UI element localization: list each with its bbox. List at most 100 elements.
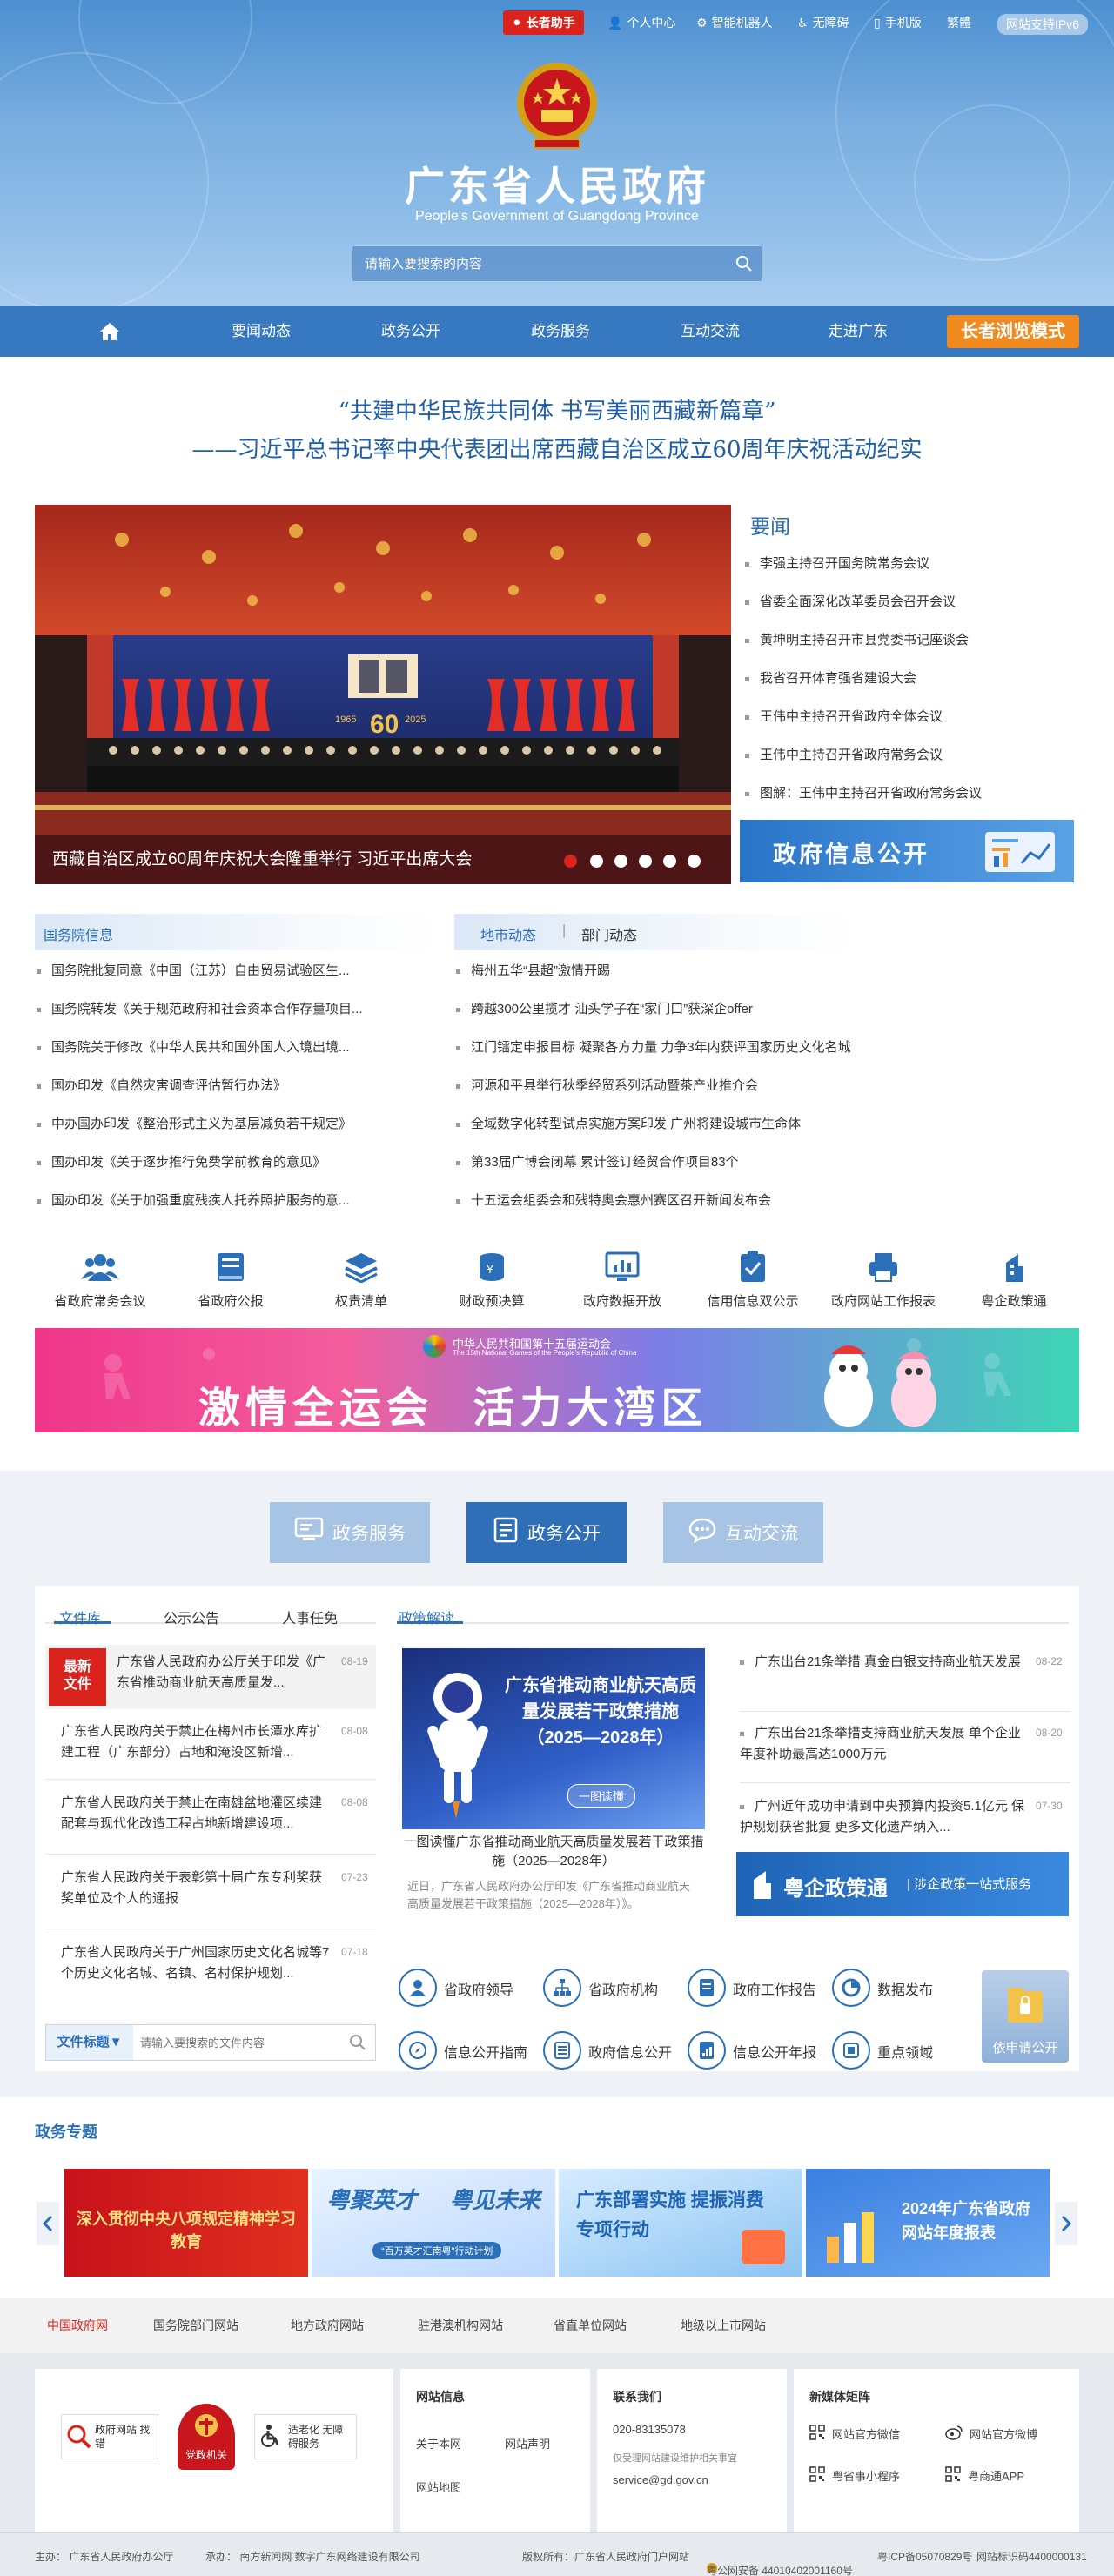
- media-wechat[interactable]: 网站官方微信: [809, 2425, 900, 2443]
- leader-icon[interactable]: [399, 1969, 437, 2007]
- file-item[interactable]: 广东省人民政府办公厅关于印发《广东省推动商业航天高质量发...: [117, 1652, 334, 1694]
- tab-appointments[interactable]: 人事任免: [282, 1607, 338, 1627]
- service-credit-info[interactable]: 信用信息双公示: [688, 1250, 818, 1310]
- file-item[interactable]: 广东省人民政府关于禁止在梅州市长潭水库扩建工程（广东部分）占地和淹没区新增...: [61, 1721, 331, 1763]
- nav-gov-service[interactable]: 政务服务: [508, 306, 613, 357]
- media-mini-program[interactable]: 粤省事小程序: [809, 2466, 900, 2485]
- quick-link-annual-report[interactable]: 信息公开年报: [733, 2041, 816, 2062]
- policy-poster[interactable]: 广东省推动商业航天高质量发展若干政策措施（2025—2028年） 一图读懂: [402, 1648, 705, 1829]
- headline-line2[interactable]: ——习近平总书记率中央代表团出席西藏自治区成立60周年庆祝活动纪实: [0, 432, 1114, 464]
- headline-line1[interactable]: “共建中华民族共同体 书写美丽西藏新篇章”: [0, 393, 1114, 426]
- topic-banner-talent[interactable]: 粤聚英才 粤见未来 “百万英才汇南粤”行动计划: [312, 2169, 555, 2277]
- service-enterprise-policy[interactable]: 粤企政策通: [949, 1250, 1079, 1310]
- carousel-dot-4[interactable]: [639, 855, 652, 868]
- link-local-governments[interactable]: 地方政府网站: [291, 2317, 364, 2334]
- service-executive-meeting[interactable]: 省政府常务会议: [35, 1250, 165, 1310]
- media-app[interactable]: 粤商通APP: [945, 2466, 1024, 2485]
- carousel-dot-2[interactable]: [590, 855, 603, 868]
- quick-link-data-release[interactable]: 数据发布: [877, 1978, 933, 1999]
- quick-link-guide[interactable]: 信息公开指南: [444, 2041, 527, 2062]
- search-icon[interactable]: [349, 2034, 366, 2054]
- nav-gov-open[interactable]: 政务公开: [359, 306, 463, 357]
- quick-link-leaders[interactable]: 省政府领导: [444, 1978, 513, 1999]
- state-council-item[interactable]: 国务院关于修改《中华人民共和国外国人入境出境...: [37, 1037, 385, 1056]
- elder-mode-button[interactable]: 长者浏览模式: [947, 315, 1079, 348]
- carousel-dot-5[interactable]: [663, 855, 676, 868]
- tab-policy-interpretation[interactable]: 政策解读: [399, 1607, 454, 1627]
- quick-link-work-report[interactable]: 政府工作报告: [733, 1978, 816, 1999]
- tab-file-library[interactable]: 文件库: [59, 1607, 101, 1627]
- nav-interaction[interactable]: 互动交流: [658, 306, 762, 357]
- home-icon[interactable]: [84, 306, 136, 357]
- file-search-input[interactable]: [140, 2030, 332, 2055]
- gov-info-open-banner[interactable]: 政府信息公开: [740, 820, 1074, 882]
- service-budget[interactable]: ¥ 财政预决算: [426, 1250, 557, 1310]
- quick-link-gov-info-open[interactable]: 政府信息公开: [588, 2041, 672, 2062]
- link-state-council-departments[interactable]: 国务院部门网站: [153, 2317, 238, 2334]
- quick-link-key-areas[interactable]: 重点领域: [877, 2041, 933, 2062]
- local-news-item[interactable]: 河源和平县举行秋季经贸系列活动暨茶产业推介会: [456, 1076, 909, 1094]
- data-release-icon[interactable]: [832, 1969, 870, 2007]
- carousel-dot-6[interactable]: [688, 855, 701, 868]
- local-news-item[interactable]: 第33届广博会闭幕 累计签订经贸合作项目83个: [456, 1152, 909, 1171]
- tab-department-news[interactable]: 部门动态: [581, 923, 637, 944]
- local-news-item[interactable]: 全域数字化转型试点实施方案印发 广州将建设城市生命体: [456, 1114, 909, 1132]
- search-icon[interactable]: [727, 246, 762, 281]
- personal-center-link[interactable]: 👤 个人中心: [607, 14, 675, 31]
- state-council-item[interactable]: 国务院转发《关于规范政府和社会资本合作存量项目...: [37, 999, 385, 1017]
- state-council-item[interactable]: 中办国办印发《整治形式主义为基层减负若干规定》: [37, 1114, 385, 1132]
- topic-banner-annual-report[interactable]: 2024年广东省政府网站年度报表: [806, 2169, 1050, 2277]
- state-council-item[interactable]: 国务院批复同意《中国（江苏）自由贸易试验区生...: [37, 961, 385, 979]
- apply-open-button[interactable]: 依申请公开: [982, 1970, 1069, 2063]
- robot-link[interactable]: ⚙ 智能机器人: [696, 14, 773, 31]
- big-tab-interaction[interactable]: 互动交流: [663, 1502, 823, 1563]
- news-item[interactable]: 省委全面深化改革委员会召开会议: [745, 592, 1079, 610]
- compass-icon[interactable]: [399, 2031, 437, 2070]
- service-gazette[interactable]: 省政府公报: [165, 1250, 296, 1310]
- news-item[interactable]: 我省召开体育强省建设大会: [745, 668, 1079, 687]
- mobile-link[interactable]: ▯ 手机版: [874, 14, 922, 31]
- carousel-dot-1[interactable]: [564, 855, 577, 868]
- chevron-right-icon[interactable]: [1055, 2202, 1077, 2245]
- contact-email[interactable]: service@gd.gov.cn: [613, 2473, 708, 2486]
- link-hk-macao-offices[interactable]: 驻港澳机构网站: [418, 2317, 503, 2334]
- topic-banner-eight-rules[interactable]: 深入贯彻中央八项规定精神学习教育: [64, 2169, 308, 2277]
- elder-assistant-button[interactable]: ⚫ 长者助手: [503, 10, 584, 35]
- traditional-chinese-link[interactable]: 繁體: [947, 14, 971, 31]
- big-tab-gov-service[interactable]: 政务服务: [270, 1502, 430, 1563]
- file-item[interactable]: 广东省人民政府关于禁止在南雄盆地灌区续建配套与现代化改造工程占地新增建设项...: [61, 1793, 331, 1835]
- find-error-badge[interactable]: 政府网站 找错: [61, 2414, 158, 2459]
- report-icon[interactable]: [688, 1969, 726, 2007]
- big-tab-gov-open[interactable]: 政务公开: [466, 1502, 627, 1563]
- link-site-map[interactable]: 网站地图: [416, 2479, 461, 2495]
- policy-item[interactable]: 广东出台21条举措 真金白银支持商业航天发展: [740, 1652, 1027, 1673]
- tab-state-council[interactable]: 国务院信息: [44, 923, 113, 944]
- local-news-item[interactable]: 江门镭定申报目标 凝聚各方力量 力争3年内获评国家历史文化名城: [456, 1037, 909, 1056]
- link-china-gov[interactable]: 中国政府网: [47, 2317, 108, 2334]
- local-news-item[interactable]: 跨越300公里揽才 汕头学子在“家门口”获深企offer: [456, 999, 909, 1017]
- policy-caption[interactable]: 一图读懂广东省推动商业航天高质量发展若干政策措施（2025—2028年）: [402, 1833, 705, 1871]
- nav-news[interactable]: 要闻动态: [209, 306, 313, 357]
- news-carousel[interactable]: 1965 60 2025 西藏自治区成立60周年庆祝大会隆重举行 习近平出席大会: [35, 505, 731, 884]
- link-site-statement[interactable]: 网站声明: [505, 2435, 550, 2452]
- topic-banner-consumption[interactable]: 广东部署实施 提振消费专项行动: [559, 2169, 802, 2277]
- party-gov-badge[interactable]: 党政机关: [178, 2404, 235, 2470]
- accessibility-link[interactable]: ♿ 无障碍: [797, 14, 849, 31]
- nav-about-guangdong[interactable]: 走进广东: [806, 306, 910, 357]
- chevron-left-icon[interactable]: [37, 2202, 59, 2245]
- enterprise-policy-banner[interactable]: 粤企政策通 | 涉企政策一站式服务: [736, 1852, 1069, 1916]
- news-item[interactable]: 王伟中主持召开省政府全体会议: [745, 707, 1079, 725]
- file-item[interactable]: 广东省人民政府关于广州国家历史文化名城等7个历史文化名城、名镇、名村保护规划..…: [61, 1942, 331, 1984]
- news-item[interactable]: 图解：王伟中主持召开省政府常务会议: [745, 783, 1079, 802]
- elder-friendly-badge[interactable]: 适老化 无障碍服务: [254, 2414, 357, 2459]
- local-news-item[interactable]: 梅州五华“县超”激情开踢: [456, 961, 909, 979]
- tab-announcements[interactable]: 公示公告: [164, 1607, 219, 1627]
- state-council-item[interactable]: 国办印发《自然灾害调查评估暂行办法》: [37, 1076, 385, 1094]
- policy-item[interactable]: 广州近年成功申请到中央预算内投资5.1亿元 保护规划获省批复 更多文化遗产纳入.…: [740, 1796, 1027, 1838]
- policy-item[interactable]: 广东出台21条举措支持商业航天发展 单个企业年度补助最高达1000万元: [740, 1723, 1027, 1765]
- service-website-report[interactable]: 政府网站工作报表: [818, 1250, 949, 1310]
- footer-icp[interactable]: 粤ICP备05070829号: [877, 2549, 972, 2564]
- news-item[interactable]: 李强主持召开国务院常务会议: [745, 553, 1079, 572]
- link-city-websites[interactable]: 地级以上市网站: [681, 2317, 766, 2334]
- service-open-data[interactable]: 政府数据开放: [557, 1250, 688, 1310]
